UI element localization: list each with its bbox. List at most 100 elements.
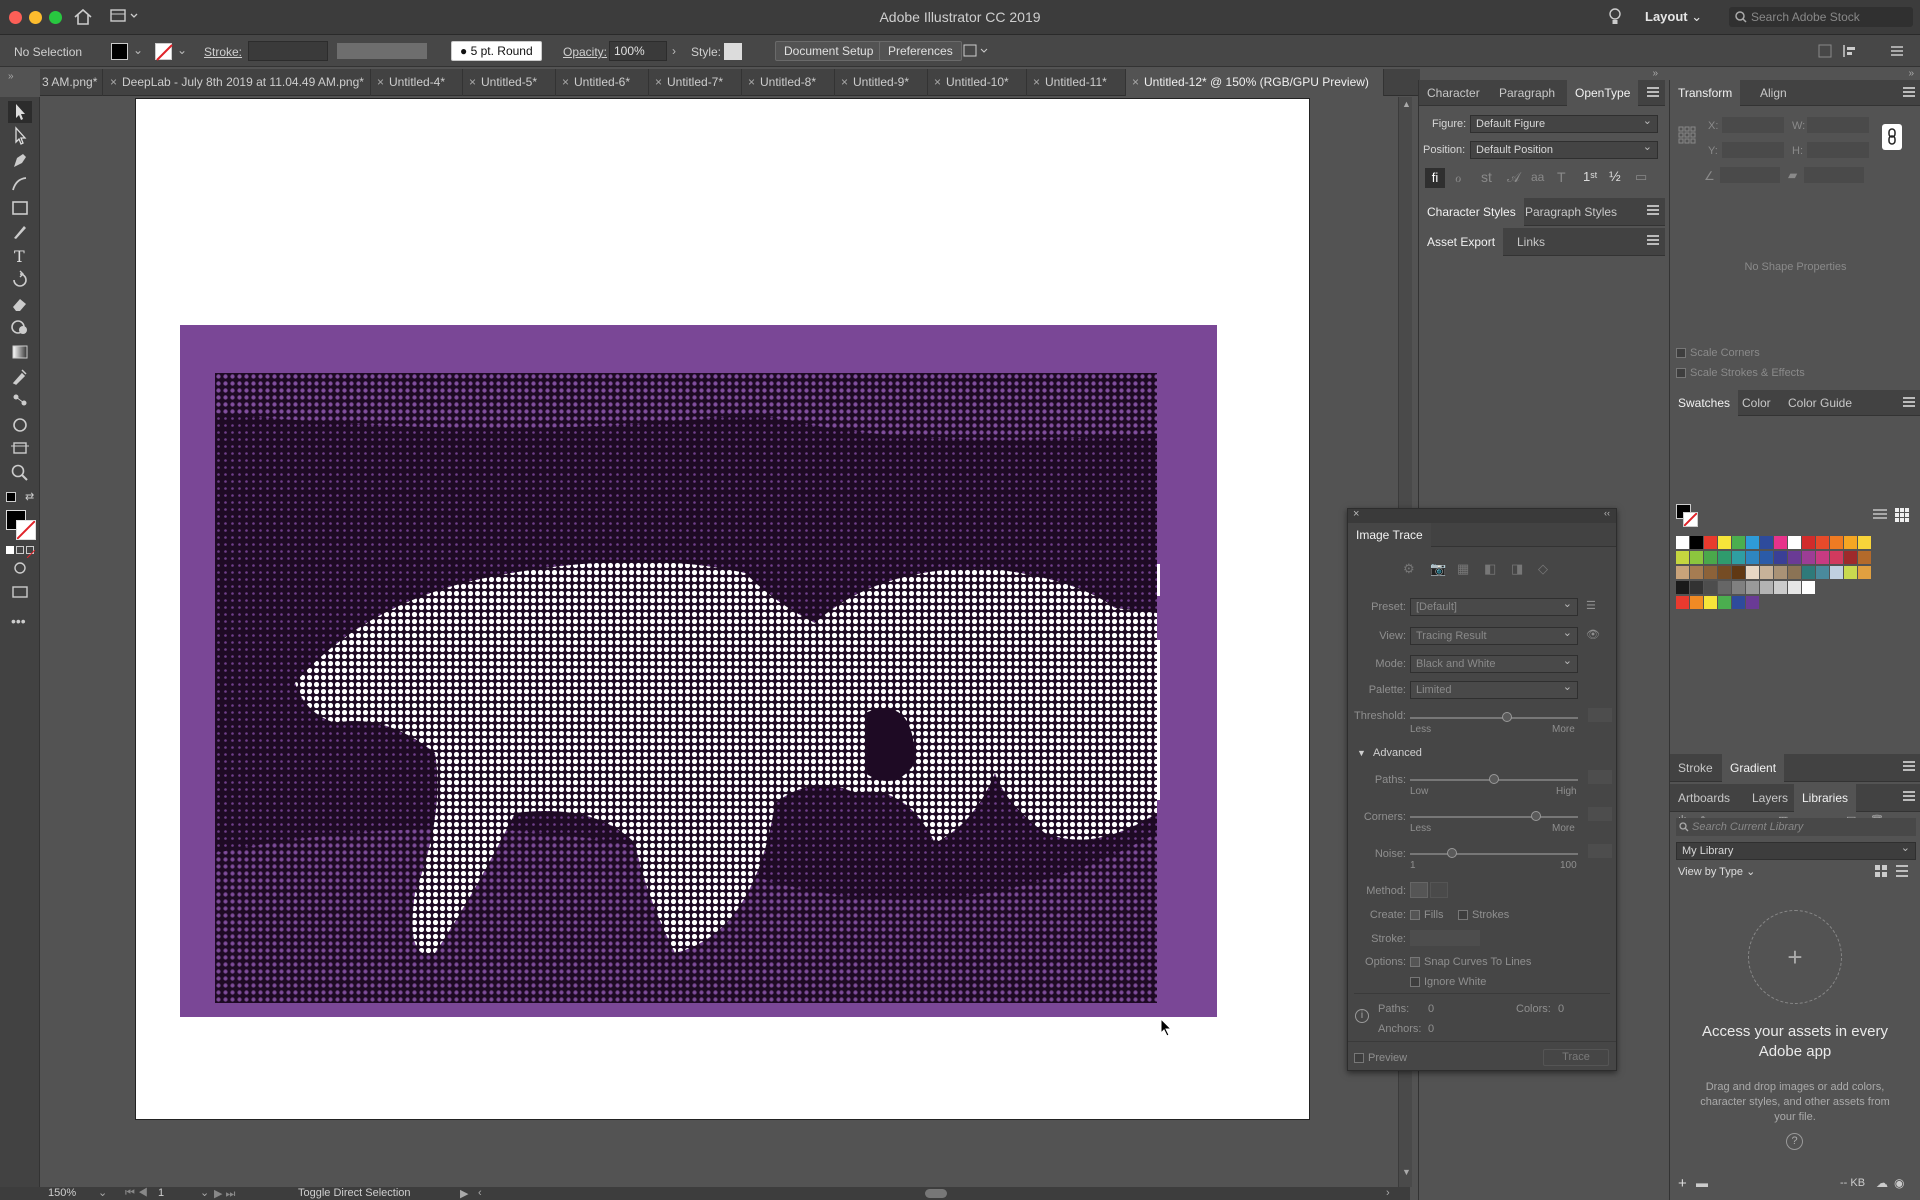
swash-icon[interactable]: 𝒜: [1507, 169, 1520, 186]
color-swatch[interactable]: [1704, 596, 1717, 609]
threshold-value-field[interactable]: [1588, 708, 1612, 722]
tab-character[interactable]: Character: [1419, 80, 1488, 106]
collapse-panels-icon[interactable]: »: [1908, 68, 1914, 79]
color-swatch[interactable]: [1816, 551, 1829, 564]
preset-menu-icon[interactable]: ☰: [1586, 599, 1596, 612]
color-swatch[interactable]: [1760, 581, 1773, 594]
stock-icon[interactable]: ◉: [1894, 1176, 1904, 1190]
color-swatch[interactable]: [1802, 536, 1815, 549]
close-tab-icon[interactable]: ×: [748, 69, 755, 96]
color-swatch[interactable]: [1746, 566, 1759, 579]
tab-document[interactable]: × Untitled-11*: [1027, 69, 1126, 96]
scale-corners-checkbox[interactable]: Scale Corners: [1676, 347, 1760, 359]
close-panel-icon[interactable]: ×: [1353, 508, 1359, 520]
outline-icon[interactable]: ◇: [1538, 561, 1548, 577]
color-swatch[interactable]: [1830, 536, 1843, 549]
folder-icon[interactable]: ▬: [1696, 1176, 1708, 1190]
color-swatch[interactable]: [1704, 551, 1717, 564]
tab-asset-export[interactable]: Asset Export: [1419, 228, 1504, 256]
stylistic-alternates-icon[interactable]: aa: [1531, 170, 1544, 184]
view-by-dropdown[interactable]: View by Type ⌄: [1678, 865, 1755, 878]
artboard-nav-last-icon[interactable]: ▶ ⏭: [214, 1187, 235, 1200]
graphic-style-swatch[interactable]: [724, 43, 742, 60]
glyph-icon[interactable]: ▭: [1635, 169, 1647, 185]
method-abutting-button[interactable]: [1410, 882, 1428, 898]
tab-layers[interactable]: Layers: [1744, 784, 1796, 812]
color-swatch[interactable]: [1732, 536, 1745, 549]
close-tab-icon[interactable]: ×: [1132, 69, 1139, 96]
method-overlapping-button[interactable]: [1430, 882, 1448, 898]
color-swatch[interactable]: [1760, 566, 1773, 579]
ligatures-icon[interactable]: fi: [1425, 168, 1445, 188]
color-swatch[interactable]: [1718, 551, 1731, 564]
artboard-number[interactable]: 1: [158, 1187, 164, 1199]
help-icon[interactable]: ?: [1786, 1133, 1803, 1150]
color-swatch[interactable]: [1858, 566, 1871, 579]
tab-libraries[interactable]: Libraries: [1794, 784, 1857, 812]
add-asset-button[interactable]: +: [1748, 910, 1842, 1004]
preset-dropdown[interactable]: [Default]: [1410, 596, 1578, 616]
color-mode-icon[interactable]: [6, 546, 14, 554]
tab-document[interactable]: × Untitled-10*: [928, 69, 1027, 96]
stroke-preview[interactable]: [1683, 512, 1698, 527]
selection-tool-icon[interactable]: [8, 101, 32, 123]
w-field[interactable]: [1807, 117, 1869, 133]
artboard-nav-first-icon[interactable]: ⏮ ◀: [125, 1187, 148, 1200]
color-swatch[interactable]: [1802, 551, 1815, 564]
color-swatch[interactable]: [1830, 566, 1843, 579]
snap-curves-checkbox[interactable]: Snap Curves To Lines: [1410, 956, 1531, 968]
color-swatch[interactable]: [1732, 551, 1745, 564]
close-tab-icon[interactable]: ×: [655, 69, 662, 96]
tab-paragraph-styles[interactable]: Paragraph Styles: [1517, 198, 1625, 226]
tab-stroke[interactable]: Stroke: [1670, 754, 1721, 782]
figure-dropdown[interactable]: Default Figure: [1470, 113, 1658, 133]
artboard-tool-icon[interactable]: [8, 437, 32, 459]
grid-view-icon[interactable]: [1894, 507, 1910, 523]
grayscale-icon[interactable]: ◧: [1484, 561, 1496, 577]
none-mode-icon[interactable]: [26, 546, 36, 559]
color-swatch[interactable]: [1802, 566, 1815, 579]
document-setup-button[interactable]: Document Setup: [775, 41, 883, 61]
color-swatch[interactable]: [1844, 551, 1857, 564]
color-swatch[interactable]: [1704, 581, 1717, 594]
ignore-white-checkbox[interactable]: Ignore White: [1410, 976, 1486, 988]
swap-colors-icon[interactable]: ⇄: [25, 490, 34, 503]
color-swatch[interactable]: [1802, 581, 1815, 594]
corners-value-field[interactable]: [1588, 807, 1612, 821]
type-tool-icon[interactable]: T: [8, 245, 32, 267]
position-dropdown[interactable]: Default Position: [1470, 139, 1658, 159]
color-swatch[interactable]: [1690, 581, 1703, 594]
list-view-icon[interactable]: [1895, 864, 1909, 878]
tab-document[interactable]: × Untitled-6*: [556, 69, 649, 96]
y-field[interactable]: [1722, 142, 1784, 158]
eye-icon[interactable]: 👁: [1586, 628, 1600, 641]
color-swatch[interactable]: [1788, 536, 1801, 549]
threshold-slider[interactable]: [1410, 712, 1578, 722]
color-swatch[interactable]: [1746, 581, 1759, 594]
preferences-button[interactable]: Preferences: [879, 41, 962, 61]
variable-width-profile[interactable]: [337, 43, 427, 59]
auto-color-icon[interactable]: ⚙: [1403, 561, 1415, 577]
tab-opentype[interactable]: OpenType: [1567, 80, 1639, 106]
color-swatch[interactable]: [1676, 536, 1689, 549]
library-dropdown[interactable]: My Library: [1676, 840, 1916, 860]
color-swatch[interactable]: [1788, 581, 1801, 594]
scroll-left-icon[interactable]: ‹: [478, 1187, 482, 1199]
tab-transform[interactable]: Transform: [1670, 80, 1741, 106]
color-swatch[interactable]: [1746, 551, 1759, 564]
color-swatch[interactable]: [1718, 596, 1731, 609]
color-swatch[interactable]: [1746, 536, 1759, 549]
panel-menu-icon[interactable]: [1647, 205, 1659, 215]
stroke-label[interactable]: Stroke:: [204, 45, 242, 59]
tab-document[interactable]: × Untitled-8*: [742, 69, 835, 96]
color-swatch[interactable]: [1732, 596, 1745, 609]
zoom-dropdown-icon[interactable]: ⌄: [98, 1186, 107, 1199]
fill-dropdown-chevron[interactable]: ⌄: [133, 43, 143, 57]
color-swatch[interactable]: [1788, 551, 1801, 564]
panel-menu-icon[interactable]: [1903, 791, 1915, 801]
color-swatch[interactable]: [1690, 566, 1703, 579]
horizontal-scroll-thumb[interactable]: [925, 1189, 947, 1198]
halftone-trace-image[interactable]: [215, 373, 1157, 1003]
add-item-icon[interactable]: +: [1678, 1175, 1687, 1192]
opacity-field[interactable]: 100%: [609, 41, 667, 61]
